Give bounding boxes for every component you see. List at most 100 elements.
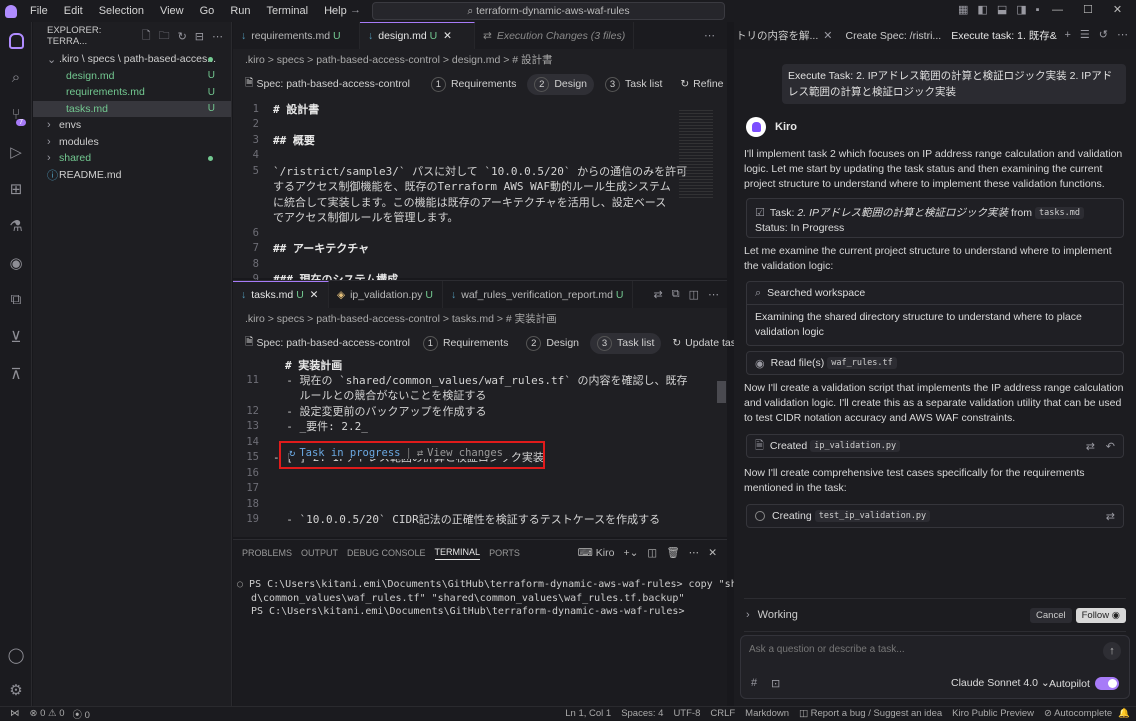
command-center-search[interactable]: ⌕ terraform-dynamic-aws-waf-rules (372, 2, 725, 20)
step-requirements[interactable]: 1 Requirements (416, 333, 515, 354)
diff-icon[interactable]: ⇄ (654, 288, 663, 301)
created-file-card[interactable]: 🗎 Created ip_validation.py ⇄ ↶ (746, 434, 1124, 458)
split-editor-icon[interactable]: ◫ (689, 288, 699, 301)
creating-file-card[interactable]: Creating test_ip_validation.py ⇄ (746, 504, 1124, 528)
chat-input-placeholder[interactable]: Ask a question or describe a task... (741, 636, 1129, 663)
autopilot-toggle[interactable]: Autopilot (1049, 677, 1119, 690)
history-icon[interactable]: ↺ (1099, 28, 1108, 41)
maximize-icon[interactable]: ☐ (1083, 3, 1093, 16)
activity-testing[interactable]: ⚗ (0, 207, 32, 244)
tab-debug-console[interactable]: DEBUG CONSOLE (347, 548, 426, 558)
new-terminal-icon[interactable]: +⌄ (623, 547, 638, 559)
new-file-icon[interactable]: 🗋 (142, 27, 151, 46)
diff-icon[interactable]: ⇄ (1106, 510, 1115, 523)
step-requirements[interactable]: 1 Requirements (424, 74, 523, 95)
follow-button[interactable]: Follow ◉ (1075, 607, 1126, 623)
tab-tasks-md[interactable]: ↓ tasks.md U ✕ (233, 281, 329, 308)
close-icon[interactable]: ✕ (310, 289, 319, 301)
report-bug-item[interactable]: ◫ Report a bug / Suggest an idea (799, 708, 942, 719)
more-icon[interactable]: ⋯ (708, 288, 719, 301)
problems-indicator[interactable]: ⊗ 0 ⚠ 0 (30, 708, 65, 719)
step-task-list[interactable]: 3 Task list (598, 74, 669, 95)
chat-bubble-icon[interactable]: ▪ (1036, 4, 1040, 16)
cancel-button[interactable]: Cancel (1030, 607, 1072, 623)
tab-terminal[interactable]: TERMINAL (434, 547, 481, 560)
activity-source-control[interactable]: ⑂ 7 (0, 96, 32, 133)
hash-context-icon[interactable]: # (751, 677, 757, 689)
menu-view[interactable]: View (152, 5, 192, 17)
tree-item-envs[interactable]: › envs (33, 117, 231, 134)
tree-item-readme[interactable]: ⓘ README.md (33, 167, 231, 184)
chat-tab[interactable]: Create Spec: /ristri... (840, 30, 946, 42)
cursor-position[interactable]: Ln 1, Col 1 (565, 708, 611, 719)
editor-scrollbar[interactable] (717, 381, 726, 403)
close-icon[interactable]: ✕ (1113, 3, 1122, 16)
chat-tab[interactable]: トリの内容を解... (734, 28, 823, 43)
tab-design-md[interactable]: ↓ design.md U ✕ (360, 22, 475, 49)
chevron-right-icon[interactable]: › (746, 609, 750, 621)
read-files-card[interactable]: ◉ Read file(s) waf_rules.tf (746, 351, 1124, 375)
remote-indicator-icon[interactable]: ⋈ (10, 708, 20, 719)
activity-github[interactable]: ◉ (0, 244, 32, 281)
step-design[interactable]: 2 Design (519, 333, 586, 354)
tree-item-design-md[interactable]: design.md U (33, 68, 231, 85)
file-chip[interactable]: test_ip_validation.py (814, 510, 931, 522)
menu-selection[interactable]: Selection (91, 5, 152, 17)
activity-run-debug[interactable]: ▷ (0, 133, 32, 170)
language-mode[interactable]: Markdown (745, 708, 789, 719)
toggle-sidebar-icon[interactable]: ◧ (977, 3, 987, 16)
menu-go[interactable]: Go (192, 5, 223, 17)
tab-verification-report[interactable]: ↓ waf_rules_verification_report.md U (443, 281, 633, 308)
file-chip[interactable]: ip_validation.py (810, 440, 901, 452)
activity-kiro[interactable] (0, 22, 32, 59)
tab-requirements-md[interactable]: ↓ requirements.md U (233, 22, 360, 49)
more-icon[interactable]: ⋯ (689, 547, 700, 559)
toggle-secondary-sidebar-icon[interactable]: ◨ (1016, 3, 1026, 16)
menu-run[interactable]: Run (222, 5, 258, 17)
collapse-all-icon[interactable]: ⊟ (195, 30, 204, 43)
image-attach-icon[interactable]: ⊡ (771, 677, 780, 690)
task-status-card[interactable]: ☑ Task: 2. IPアドレス範囲の計算と検証ロジック実装 from task… (746, 198, 1124, 238)
preview-label[interactable]: Kiro Public Preview (952, 708, 1034, 719)
file-chip[interactable]: waf_rules.tf (827, 357, 897, 369)
split-terminal-icon[interactable]: ◫ (647, 547, 657, 559)
send-button[interactable]: ↑ (1103, 642, 1121, 660)
menu-terminal[interactable]: Terminal (259, 5, 317, 17)
more-icon[interactable]: ⋯ (1117, 28, 1128, 41)
new-folder-icon[interactable]: 🗀 (159, 27, 170, 46)
close-icon[interactable]: ✕ (823, 29, 832, 42)
history-list-icon[interactable]: ☰ (1080, 28, 1090, 41)
minimize-icon[interactable]: — (1052, 4, 1063, 16)
autocomplete-item[interactable]: ⊘ Autocomplete (1044, 708, 1112, 719)
activity-extensions[interactable]: ⊞ (0, 170, 32, 207)
menu-file[interactable]: File (22, 5, 56, 17)
terminal-output[interactable]: ○ PS C:\Users\kitani.emi\Documents\GitHu… (233, 566, 755, 619)
forward-arrow-icon[interactable]: → (350, 4, 361, 16)
view-changes-link[interactable]: View changes (427, 447, 503, 459)
chat-input-box[interactable]: Ask a question or describe a task... ↑ #… (740, 635, 1130, 699)
step-design[interactable]: 2 Design (527, 73, 595, 95)
activity-accounts[interactable]: ◯ (0, 636, 32, 673)
back-arrow-icon[interactable]: ← (329, 4, 340, 16)
step-task-list[interactable]: 3 Task list (590, 332, 662, 354)
tab-ports[interactable]: PORTS (489, 548, 520, 558)
tree-item-tasks-md[interactable]: tasks.md U (33, 100, 231, 117)
close-icon[interactable]: ✕ (443, 30, 452, 42)
activity-aws[interactable]: ⊻ (0, 318, 32, 355)
encoding[interactable]: UTF-8 (673, 708, 700, 719)
file-chip[interactable]: tasks.md (1035, 206, 1084, 219)
activity-settings[interactable]: ⚙ (0, 671, 32, 708)
toggle-panel-icon[interactable]: ⬓ (997, 3, 1007, 16)
menu-edit[interactable]: Edit (56, 5, 91, 17)
end-of-line[interactable]: CRLF (710, 708, 735, 719)
revert-icon[interactable]: ↶ (1106, 440, 1115, 453)
tree-item-kiro-specs[interactable]: ⌄ .kiro \ specs \ path-based-acces... (33, 51, 231, 68)
diff-icon[interactable]: ⇄ (1086, 440, 1095, 453)
new-chat-icon[interactable]: + (1064, 29, 1070, 41)
trash-icon[interactable]: 🗑 (666, 546, 679, 559)
refine-button[interactable]: ↻ Refine (673, 75, 730, 93)
indentation[interactable]: Spaces: 4 (621, 708, 663, 719)
more-icon[interactable]: ⋯ (212, 30, 223, 43)
toggle-switch[interactable] (1094, 677, 1119, 690)
layout-grid-icon[interactable]: ▦ (958, 3, 968, 16)
